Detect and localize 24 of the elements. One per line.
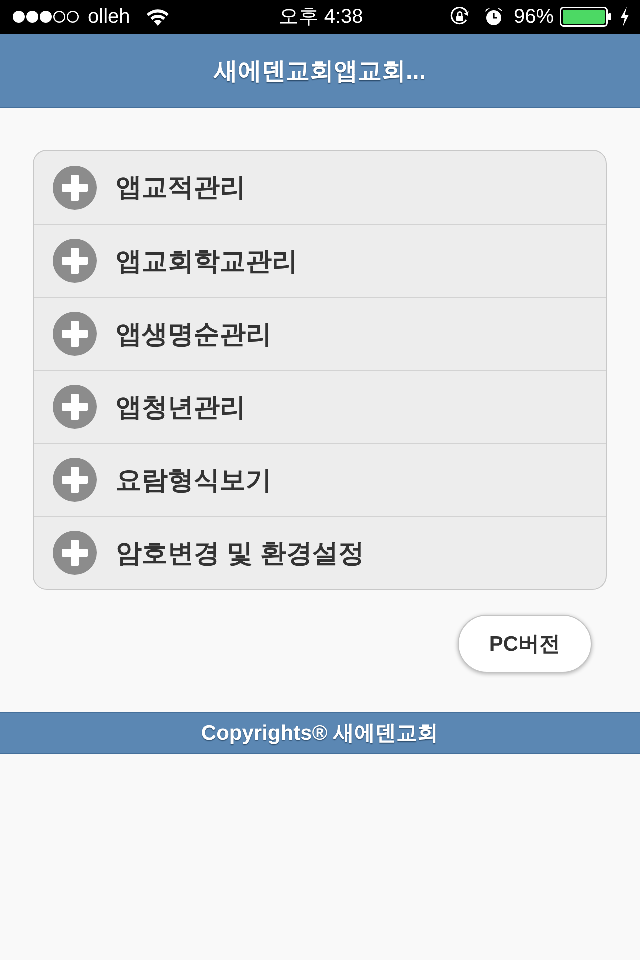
alarm-clock-icon <box>484 7 504 27</box>
menu-item[interactable]: 앱생명순관리 <box>34 297 606 370</box>
menu-item[interactable]: 앱청년관리 <box>34 370 606 443</box>
signal-icon <box>12 10 80 24</box>
plus-circle-icon <box>53 385 97 429</box>
pc-version-button[interactable]: PC버전 <box>458 615 592 673</box>
charging-bolt-icon <box>620 7 630 27</box>
copyright-text: Copyrights® 새에덴교회 <box>201 721 439 747</box>
menu-item[interactable]: 앱교적관리 <box>34 151 606 224</box>
wifi-icon <box>146 8 170 26</box>
clock-time: 오후 4:38 <box>278 6 364 28</box>
menu-item[interactable]: 요람형식보기 <box>34 443 606 516</box>
battery-percent: 96% <box>514 5 554 29</box>
plus-circle-icon <box>53 458 97 502</box>
rotation-lock-icon <box>450 7 470 27</box>
plus-circle-icon <box>53 531 97 575</box>
page-title: 새에덴교회앱교회... <box>214 56 426 86</box>
battery-icon <box>560 7 612 27</box>
plus-circle-icon <box>53 166 97 210</box>
plus-circle-icon <box>53 312 97 356</box>
plus-circle-icon <box>53 239 97 283</box>
menu-item[interactable]: 암호변경 및 환경설정 <box>34 516 606 589</box>
menu-item[interactable]: 앱교회학교관리 <box>34 224 606 297</box>
carrier-name: olleh <box>88 5 130 29</box>
